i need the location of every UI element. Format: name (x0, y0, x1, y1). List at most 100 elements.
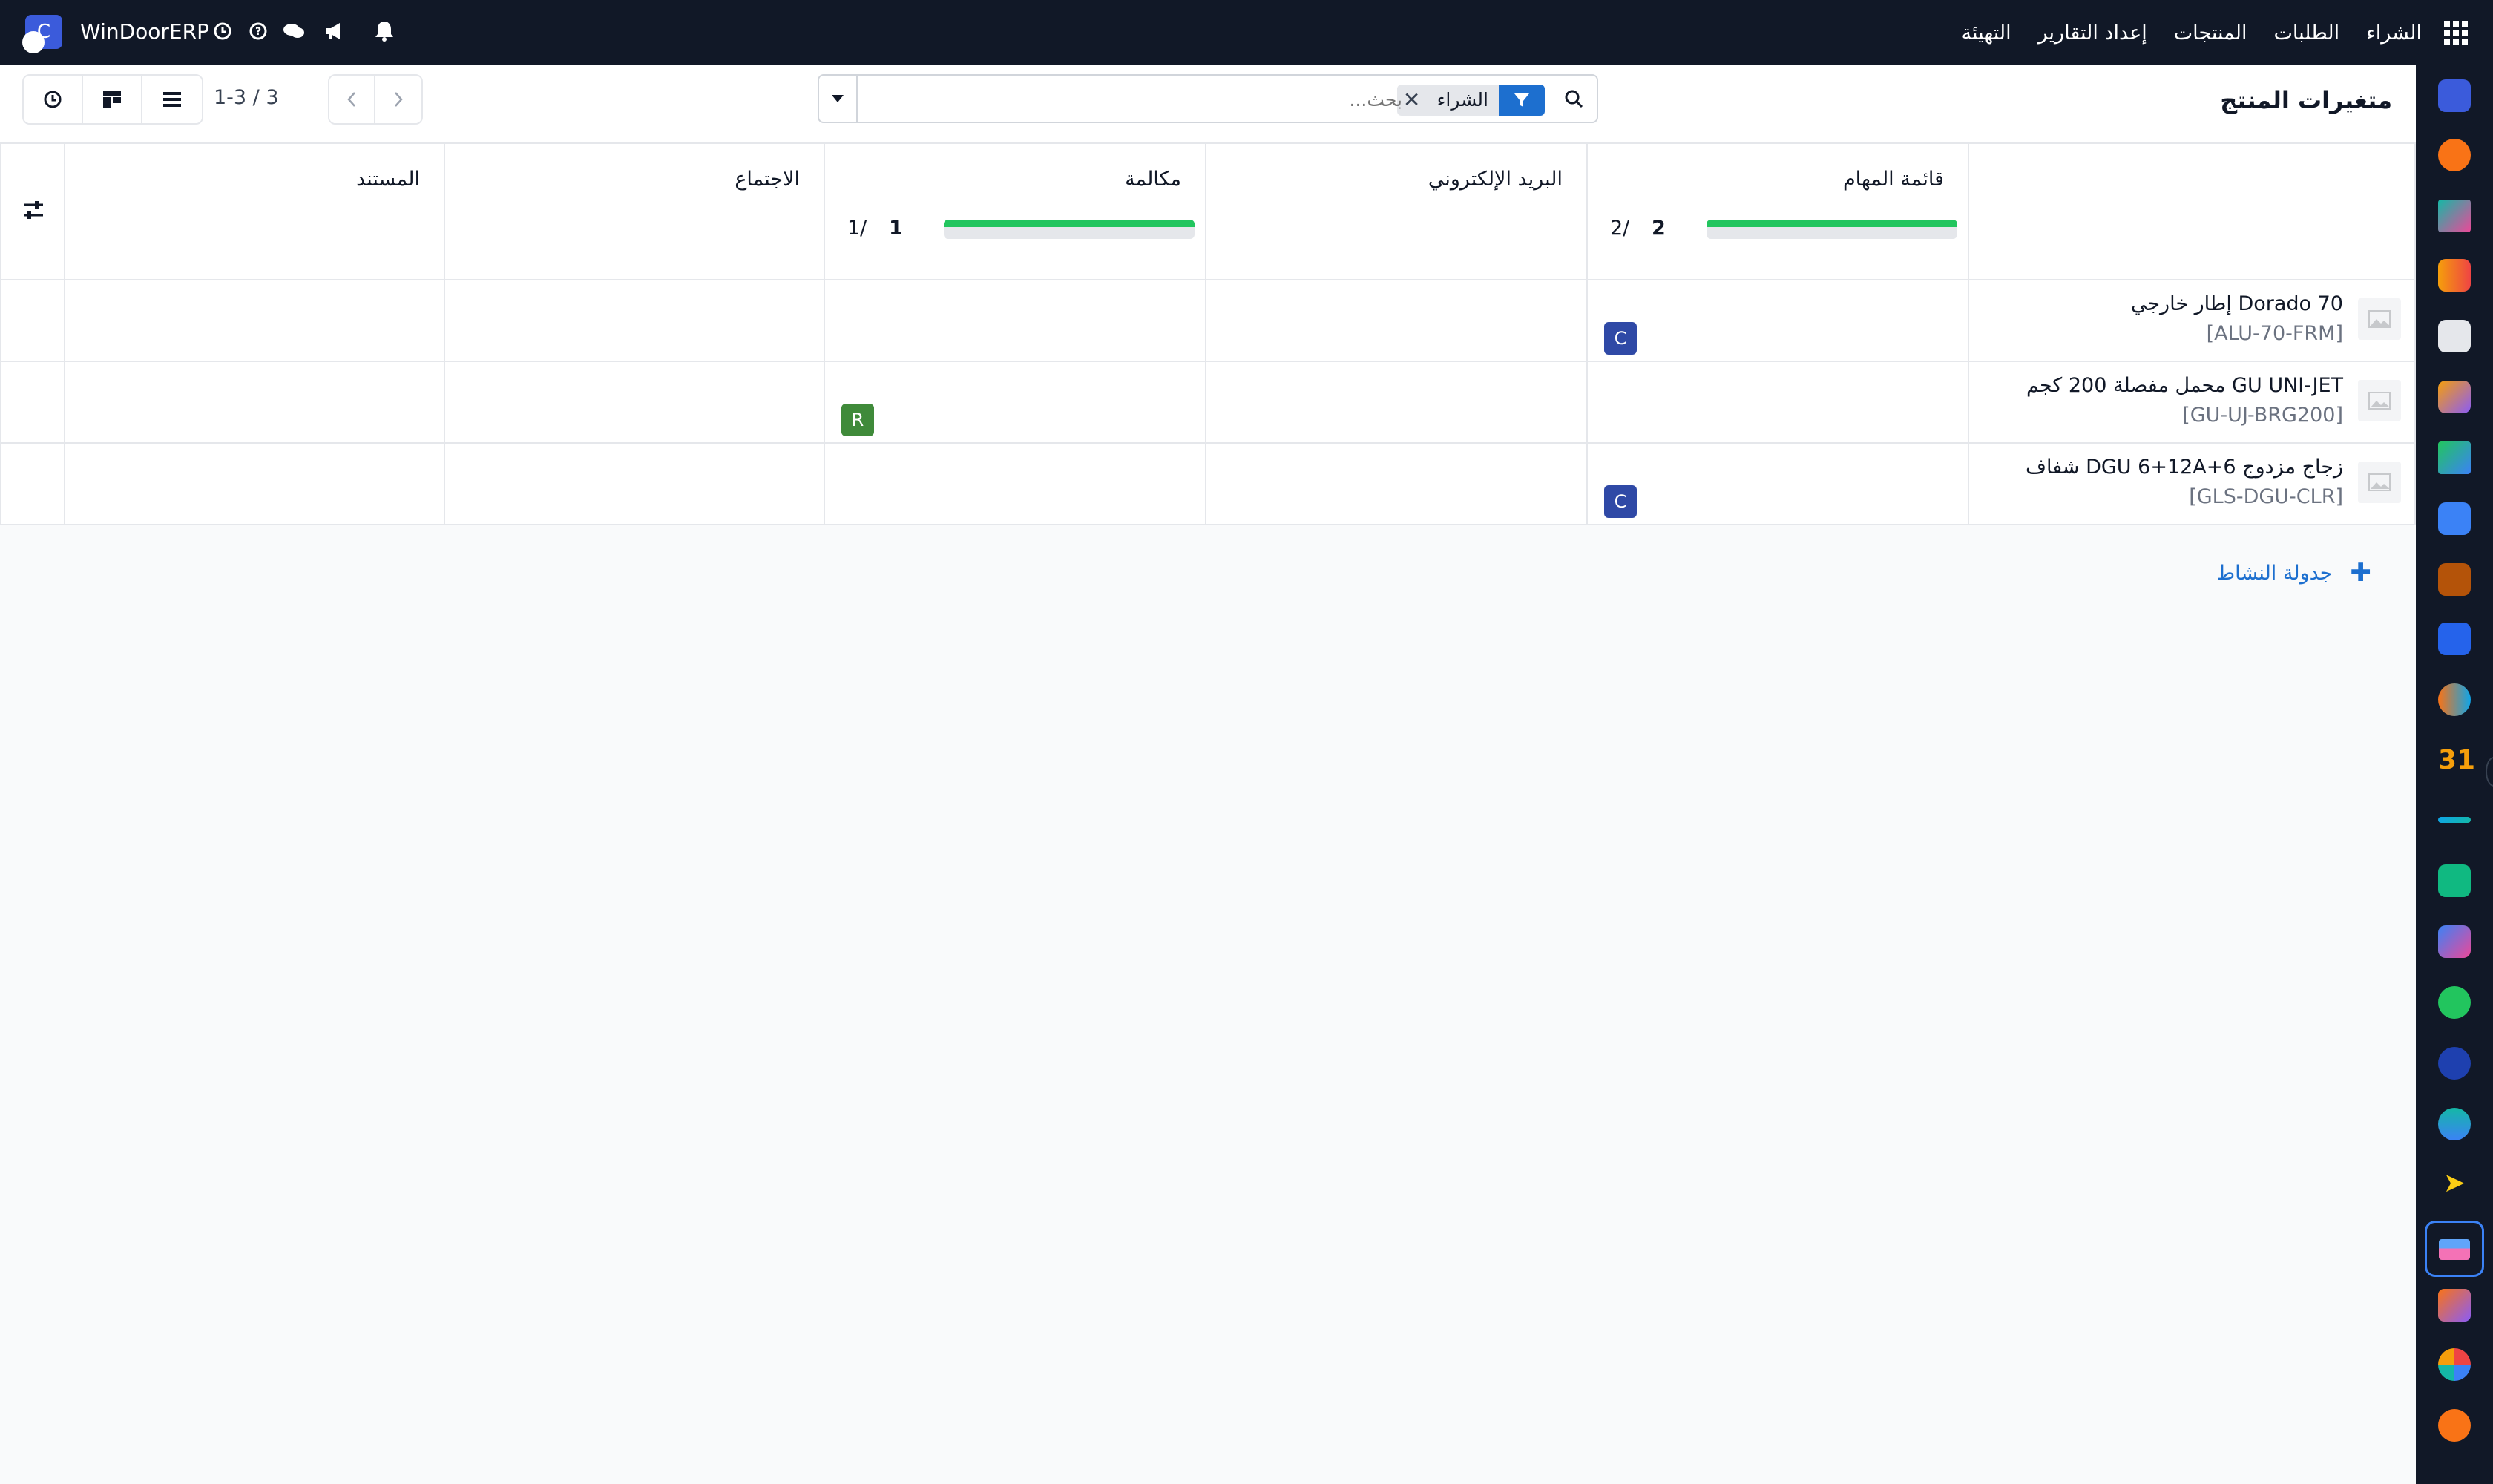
kanban-view-icon[interactable] (83, 76, 142, 123)
pager-value[interactable]: 1-3 / 3 (214, 86, 279, 109)
progress-bar-fill (944, 220, 1195, 227)
table-row-product[interactable]: Dorado 70 إطار خارجي [ALU-70-FRM] (1969, 280, 2416, 362)
row-spacer-cell (0, 280, 65, 362)
header-col-email[interactable]: البريد الإلكتروني (1206, 144, 1588, 280)
help-icon[interactable]: ? (245, 18, 272, 45)
header-col-document[interactable]: المستند (65, 144, 445, 280)
website-app-icon[interactable] (2438, 1108, 2471, 1140)
activity-cell-email[interactable] (1206, 280, 1588, 362)
dashboards-app-icon[interactable] (2438, 259, 2471, 292)
todo-app-icon[interactable] (2438, 441, 2471, 474)
email-marketing-app-icon[interactable]: ➤ (2438, 1167, 2471, 1200)
page-title: متغيرات المنتج (2220, 86, 2392, 114)
search-input[interactable] (883, 83, 1402, 116)
progress-bar[interactable] (944, 220, 1195, 239)
rail-handle[interactable] (2486, 757, 2493, 787)
announcement-icon[interactable] (322, 18, 349, 45)
inventory-box-app-icon[interactable] (2438, 563, 2471, 596)
knowledge-app-icon[interactable] (2438, 502, 2471, 535)
sign-app-icon[interactable] (2438, 817, 2471, 823)
product-code: [GU-UJ-BRG200] (2182, 404, 2343, 427)
activity-cell-email[interactable] (1206, 362, 1588, 444)
manufacturing-app-icon[interactable] (2438, 1289, 2471, 1322)
product-app-icon[interactable] (2438, 320, 2471, 352)
search-facet[interactable]: الشراء ✕ (1396, 85, 1545, 116)
menu-item-orders[interactable]: الطلبات (2273, 22, 2339, 45)
product-image-icon (2358, 380, 2401, 421)
invoicing-app-icon[interactable] (2438, 623, 2471, 655)
main-menu: الشراء الطلبات المنتجات إعداد التقارير ا… (1935, 0, 2471, 65)
column-label: قائمة المهام (1842, 168, 1944, 191)
apps-grid-icon[interactable] (2441, 18, 2471, 47)
activity-cell-meeting[interactable] (445, 280, 825, 362)
activity-view-icon[interactable] (24, 76, 83, 123)
activity-count: 2 (1652, 217, 1666, 240)
search-options-toggle[interactable] (819, 76, 858, 122)
activity-cell-todo[interactable]: تحديث الحد الأدنى لإعادة الطلب قبل موسم … (1558, 444, 1969, 525)
menu-item-products[interactable]: المنتجات (2174, 22, 2247, 45)
variants-app-icon[interactable] (2425, 1221, 2484, 1277)
facet-label: الشراء (1426, 85, 1499, 116)
activity-cell-email[interactable] (1206, 444, 1588, 525)
pager-prev-icon[interactable] (329, 76, 375, 123)
activity-cell-todo[interactable] (1588, 362, 1969, 444)
activity-date: ٢٠٢٦/٠٨/٢٧ (1094, 408, 1187, 430)
activity-summary: طلب عينة من المورد قبل اعتماد الصنف (869, 371, 1187, 393)
activity-count: 1 (889, 217, 903, 240)
activity-cell-document[interactable] (65, 280, 445, 362)
app-switcher-rail: 31 ➤ (2416, 65, 2493, 1484)
search-bar[interactable]: الشراء ✕ (818, 74, 1598, 123)
top-navbar: C WinDoorERP ? الشراء الطلبات المنتجات إ… (0, 0, 2493, 65)
pager-next-icon[interactable] (375, 76, 421, 123)
schedule-activity-link[interactable]: ✚ جدولة النشاط (2216, 558, 2371, 588)
avatar[interactable]: C (1604, 485, 1637, 518)
product-code: [GLS-DGU-CLR] (2189, 485, 2343, 508)
discuss-app-icon[interactable] (2438, 139, 2471, 171)
menu-item-reporting[interactable]: إعداد التقارير (2038, 22, 2147, 45)
calendar-app-icon[interactable]: 31 (2438, 744, 2475, 777)
avatar[interactable]: C (1604, 322, 1637, 355)
menu-item-configuration[interactable]: التهيئة (1962, 22, 2011, 45)
pager-buttons (328, 74, 423, 125)
clock-icon[interactable] (209, 18, 236, 45)
table-row-product[interactable]: زجاج مزدوج DGU 6+12A+6 شفاف [GLS-DGU-CLR… (1969, 444, 2416, 525)
product-image-icon (2358, 462, 2401, 503)
bell-icon[interactable] (371, 18, 398, 45)
header-settings-cell (0, 144, 65, 280)
company-name[interactable]: WinDoorERP (80, 19, 209, 44)
spreadsheet-app-icon[interactable] (2438, 925, 2471, 958)
logo-dot (22, 31, 45, 53)
menu-item-purchase[interactable]: الشراء (2366, 22, 2422, 45)
header-col-meeting[interactable]: الاجتماع (445, 144, 825, 280)
activity-cell-meeting[interactable] (445, 362, 825, 444)
table-row-product[interactable]: GU UNI-JET محمل مفصلة 200 كجم [GU-UJ-BRG… (1969, 362, 2416, 444)
activity-cell-document[interactable] (65, 444, 445, 525)
activity-cell-todo[interactable]: مراجعة تكلفة الشراء بعد تحديث قائمة أسعا… (1550, 280, 1969, 362)
avatar[interactable]: R (841, 404, 874, 436)
progress-bar[interactable] (1707, 220, 1957, 239)
pos-app-icon[interactable] (2438, 1348, 2471, 1381)
whatsapp-app-icon[interactable] (2438, 986, 2471, 1019)
header-col-todo[interactable]: قائمة المهام 2 2/ (1588, 144, 1969, 280)
inventory-app-icon[interactable] (2438, 200, 2471, 232)
activity-total: 1/ (847, 217, 867, 240)
chat-icon[interactable] (280, 18, 307, 45)
activity-cell-call[interactable] (825, 280, 1206, 362)
employees-app-icon[interactable] (2438, 683, 2471, 716)
documents-app-icon[interactable] (2438, 381, 2471, 413)
contacts-app-icon[interactable] (2438, 864, 2471, 897)
column-settings-icon[interactable] (21, 197, 46, 223)
timesheets-app-icon[interactable] (2438, 1047, 2471, 1080)
activity-summary: تحديث الحد الأدنى لإعادة الطلب قبل موسم … (1558, 453, 1950, 475)
header-col-call[interactable]: مكالمة 1 1/ (825, 144, 1206, 280)
search-icon[interactable] (1561, 86, 1586, 111)
activity-cell-meeting[interactable] (445, 444, 825, 525)
activity-cell-document[interactable] (65, 362, 445, 444)
activity-cell-call[interactable] (825, 444, 1206, 525)
list-view-icon[interactable] (142, 76, 202, 123)
activity-cell-call[interactable]: طلب عينة من المورد قبل اعتماد الصنف ٢٠٢٦… (825, 362, 1206, 444)
schedule-activity-label: جدولة النشاط (2216, 561, 2333, 585)
company-logo-icon[interactable]: C (22, 15, 62, 53)
barcode-app-icon[interactable] (2438, 1409, 2471, 1442)
purchase-app-icon[interactable] (2438, 79, 2471, 112)
